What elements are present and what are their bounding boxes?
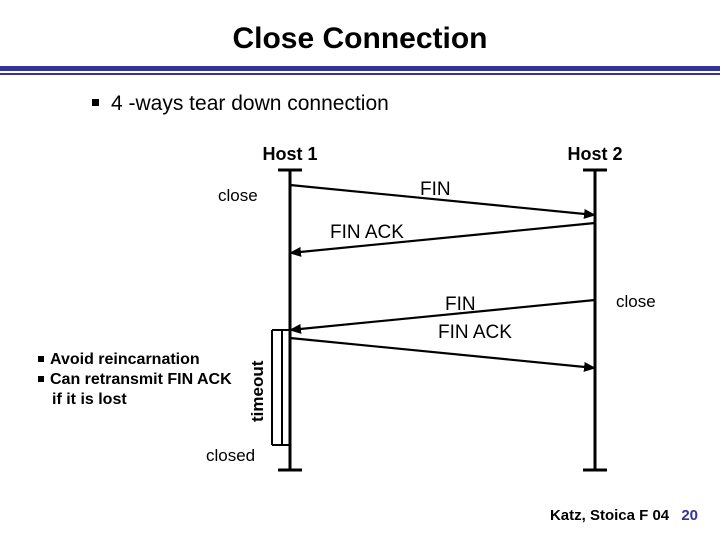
arrow-fin2 [290, 300, 595, 330]
arrow-fin1 [290, 185, 595, 215]
arrow-finack1 [290, 223, 595, 253]
arrow-finack2 [290, 338, 595, 368]
slide: Close Connection 4 -ways tear down conne… [0, 0, 720, 540]
sequence-diagram [0, 0, 720, 540]
